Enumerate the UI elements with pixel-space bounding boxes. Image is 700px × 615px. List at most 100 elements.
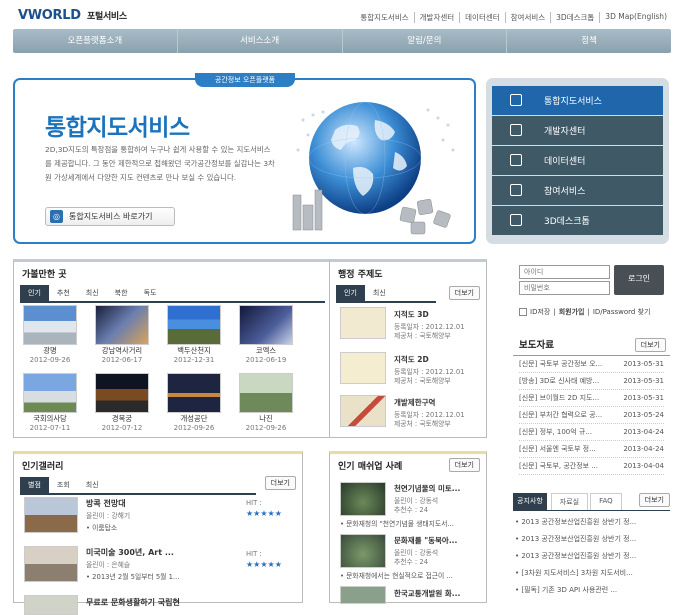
tab-latest[interactable]: 최신 — [78, 285, 107, 301]
place-thumb[interactable] — [239, 305, 293, 345]
tab-latest[interactable]: 최신 — [365, 285, 394, 301]
press-item-title: [신문] 국토부, 공간정보 ... — [519, 462, 598, 470]
side-item-dev[interactable]: 개발자센터 — [492, 116, 663, 145]
place-name[interactable]: 코엑스 — [231, 346, 301, 356]
vworld-logo[interactable]: VWORLD 포털서비스 — [18, 8, 127, 23]
theme-thumb[interactable] — [340, 307, 386, 339]
tab-faq[interactable]: FAQ — [590, 493, 622, 510]
toplink-dev[interactable]: 개발자센터 — [413, 12, 460, 23]
notice-item[interactable]: • 2013 공간정보산업진흥원 상반기 정... — [515, 514, 668, 531]
find-link[interactable]: ID/Password 찾기 — [593, 307, 651, 317]
press-item[interactable]: [신문] 정부, 100억 규... 2013-04-24 — [519, 424, 664, 441]
save-id-checkbox[interactable] — [519, 308, 527, 316]
place-thumb[interactable] — [95, 373, 149, 413]
theme-thumb[interactable] — [340, 352, 386, 384]
tab-files[interactable]: 자료실 — [550, 493, 589, 510]
notice-item[interactable]: • 2013 공간정보산업진흥원 상반기 정... — [515, 548, 668, 565]
join-link[interactable]: 회원가입 — [559, 307, 585, 317]
nav-service[interactable]: 서비스소개 — [176, 29, 342, 53]
press-item[interactable]: [방송] 3D로 신사태 예방... 2013-05-31 — [519, 373, 664, 390]
place-name[interactable]: 강남역사거리 — [87, 346, 157, 356]
side-item-participate[interactable]: 참여서비스 — [492, 176, 663, 205]
toplink-participate[interactable]: 참여서비스 — [504, 12, 551, 23]
press-more-button[interactable]: 더보기 — [634, 338, 666, 352]
gallery-thumb[interactable] — [24, 497, 78, 533]
mashup-item-title[interactable]: 천연기념물의 미토... — [394, 483, 460, 494]
place-date: 2012-07-12 — [101, 424, 143, 432]
gallery-item-hit: HIT : — [246, 550, 262, 558]
hero-shortcut-button[interactable]: ◎ 통합지도서비스 바로가기 — [45, 207, 175, 226]
place-thumb[interactable] — [167, 305, 221, 345]
tab-latest[interactable]: 최신 — [78, 477, 107, 493]
gallery-item-title[interactable]: 미국미술 300년, Art ... — [86, 547, 174, 558]
place-name[interactable]: 백두산천지 — [159, 346, 229, 356]
tab-dokdo[interactable]: 독도 — [136, 285, 165, 301]
mashup-item-title[interactable]: 문화재를 "동북아... — [394, 535, 457, 546]
side-item-data[interactable]: 데이터센터 — [492, 146, 663, 175]
tab-notice[interactable]: 공지사항 — [513, 493, 547, 510]
themes-more-button[interactable]: 더보기 — [448, 286, 480, 300]
place-name[interactable]: 광명 — [15, 346, 85, 356]
toplink-map[interactable]: 통합지도서비스 — [355, 12, 413, 23]
brand-sub: 포털서비스 — [86, 12, 127, 22]
gallery-thumb[interactable] — [24, 546, 78, 582]
side-label: 참여서비스 — [544, 187, 586, 197]
place-name[interactable]: 개성공단 — [159, 414, 229, 424]
toplink-data[interactable]: 데이터센터 — [459, 12, 505, 23]
login-button[interactable]: 로그인 — [614, 265, 664, 295]
place-name[interactable]: 나진 — [231, 414, 301, 424]
gallery-more-button[interactable]: 더보기 — [264, 476, 296, 490]
mashup-thumb[interactable] — [340, 482, 386, 516]
gallery-item-title[interactable]: 방콕 전망대 — [86, 498, 126, 509]
place-thumb[interactable] — [23, 305, 77, 345]
id-input[interactable] — [519, 265, 610, 279]
side-item-3d[interactable]: 3D데스크톱 — [492, 206, 663, 235]
press-item[interactable]: [신문] 부처간 협력으로 공... 2013-05-24 — [519, 407, 664, 424]
place-name[interactable]: 경복궁 — [87, 414, 157, 424]
mashup-thumb[interactable] — [340, 534, 386, 568]
tab-popular[interactable]: 인기 — [20, 285, 49, 301]
place-thumb[interactable] — [23, 373, 77, 413]
press-item[interactable]: [신문] 국토부 공간정보 오... 2013-05-31 — [519, 356, 664, 373]
place-name[interactable]: 국회의사당 — [15, 414, 85, 424]
place-date: 2012-06-19 — [245, 356, 287, 364]
place-date: 2012-09-26 — [245, 424, 287, 432]
place-thumb[interactable] — [95, 305, 149, 345]
theme-name[interactable]: 지적도 2D — [394, 354, 429, 365]
nav-platform[interactable]: 오픈플랫폼소개 — [13, 29, 177, 53]
press-item[interactable]: [신문] 서울엔 국토부 정... 2013-04-24 — [519, 441, 664, 458]
press-item-title: [방송] 3D로 신사태 예방... — [519, 377, 600, 385]
tab-north[interactable]: 북한 — [107, 285, 136, 301]
press-item[interactable]: [신문] 브이월드 2D 지도... 2013-05-31 — [519, 390, 664, 407]
side-item-map[interactable]: 통합지도서비스 — [492, 86, 663, 115]
theme-name[interactable]: 지적도 3D — [394, 309, 429, 320]
mashup-item-title[interactable]: 한국교통개발원 화... — [394, 588, 460, 599]
side-label: 데이터센터 — [544, 157, 586, 167]
tab-recommend[interactable]: 추천 — [49, 285, 78, 301]
globe-illustration — [292, 101, 455, 235]
tab-rating[interactable]: 별점 — [20, 477, 49, 493]
toplink-3d[interactable]: 3D데스크톱 — [550, 12, 599, 23]
notice-item[interactable]: • [필독] 기존 3D API 사용관련 ... — [515, 582, 668, 599]
theme-name[interactable]: 개발제한구역 — [394, 397, 435, 408]
tab-popular[interactable]: 인기 — [336, 285, 365, 301]
password-input[interactable] — [519, 281, 610, 295]
press-item[interactable]: [신문] 국토부, 공간정보 ... 2013-04-04 — [519, 458, 664, 475]
press-item-date: 2013-04-04 — [623, 462, 664, 470]
notice-item[interactable]: • [3차원 지도서비스] 3차원 지도서비... — [515, 565, 668, 582]
themes-panel: 행정 주제도 더보기 인기 최신 지적도 3D 등록일자 : 2012.12.0… — [329, 259, 487, 438]
gallery-item-author: 올린이 : 강해기 — [86, 512, 131, 520]
toplink-english[interactable]: 3D Map(English) — [599, 12, 672, 23]
notice-more-button[interactable]: 더보기 — [638, 493, 670, 507]
place-thumb[interactable] — [239, 373, 293, 413]
mashup-thumb[interactable] — [340, 586, 386, 604]
tab-views[interactable]: 조회 — [49, 477, 78, 493]
place-thumb[interactable] — [167, 373, 221, 413]
notice-item[interactable]: • 2013 공간정보산업진흥원 상반기 정... — [515, 531, 668, 548]
places-tabs: 인기 추천 최신 북한 독도 — [20, 285, 325, 303]
nav-notice[interactable]: 알림/문의 — [341, 29, 507, 53]
mashup-more-button[interactable]: 더보기 — [448, 458, 480, 472]
nav-policy[interactable]: 정책 — [506, 29, 671, 53]
theme-thumb[interactable] — [340, 395, 386, 427]
gallery-thumb[interactable] — [24, 595, 78, 615]
